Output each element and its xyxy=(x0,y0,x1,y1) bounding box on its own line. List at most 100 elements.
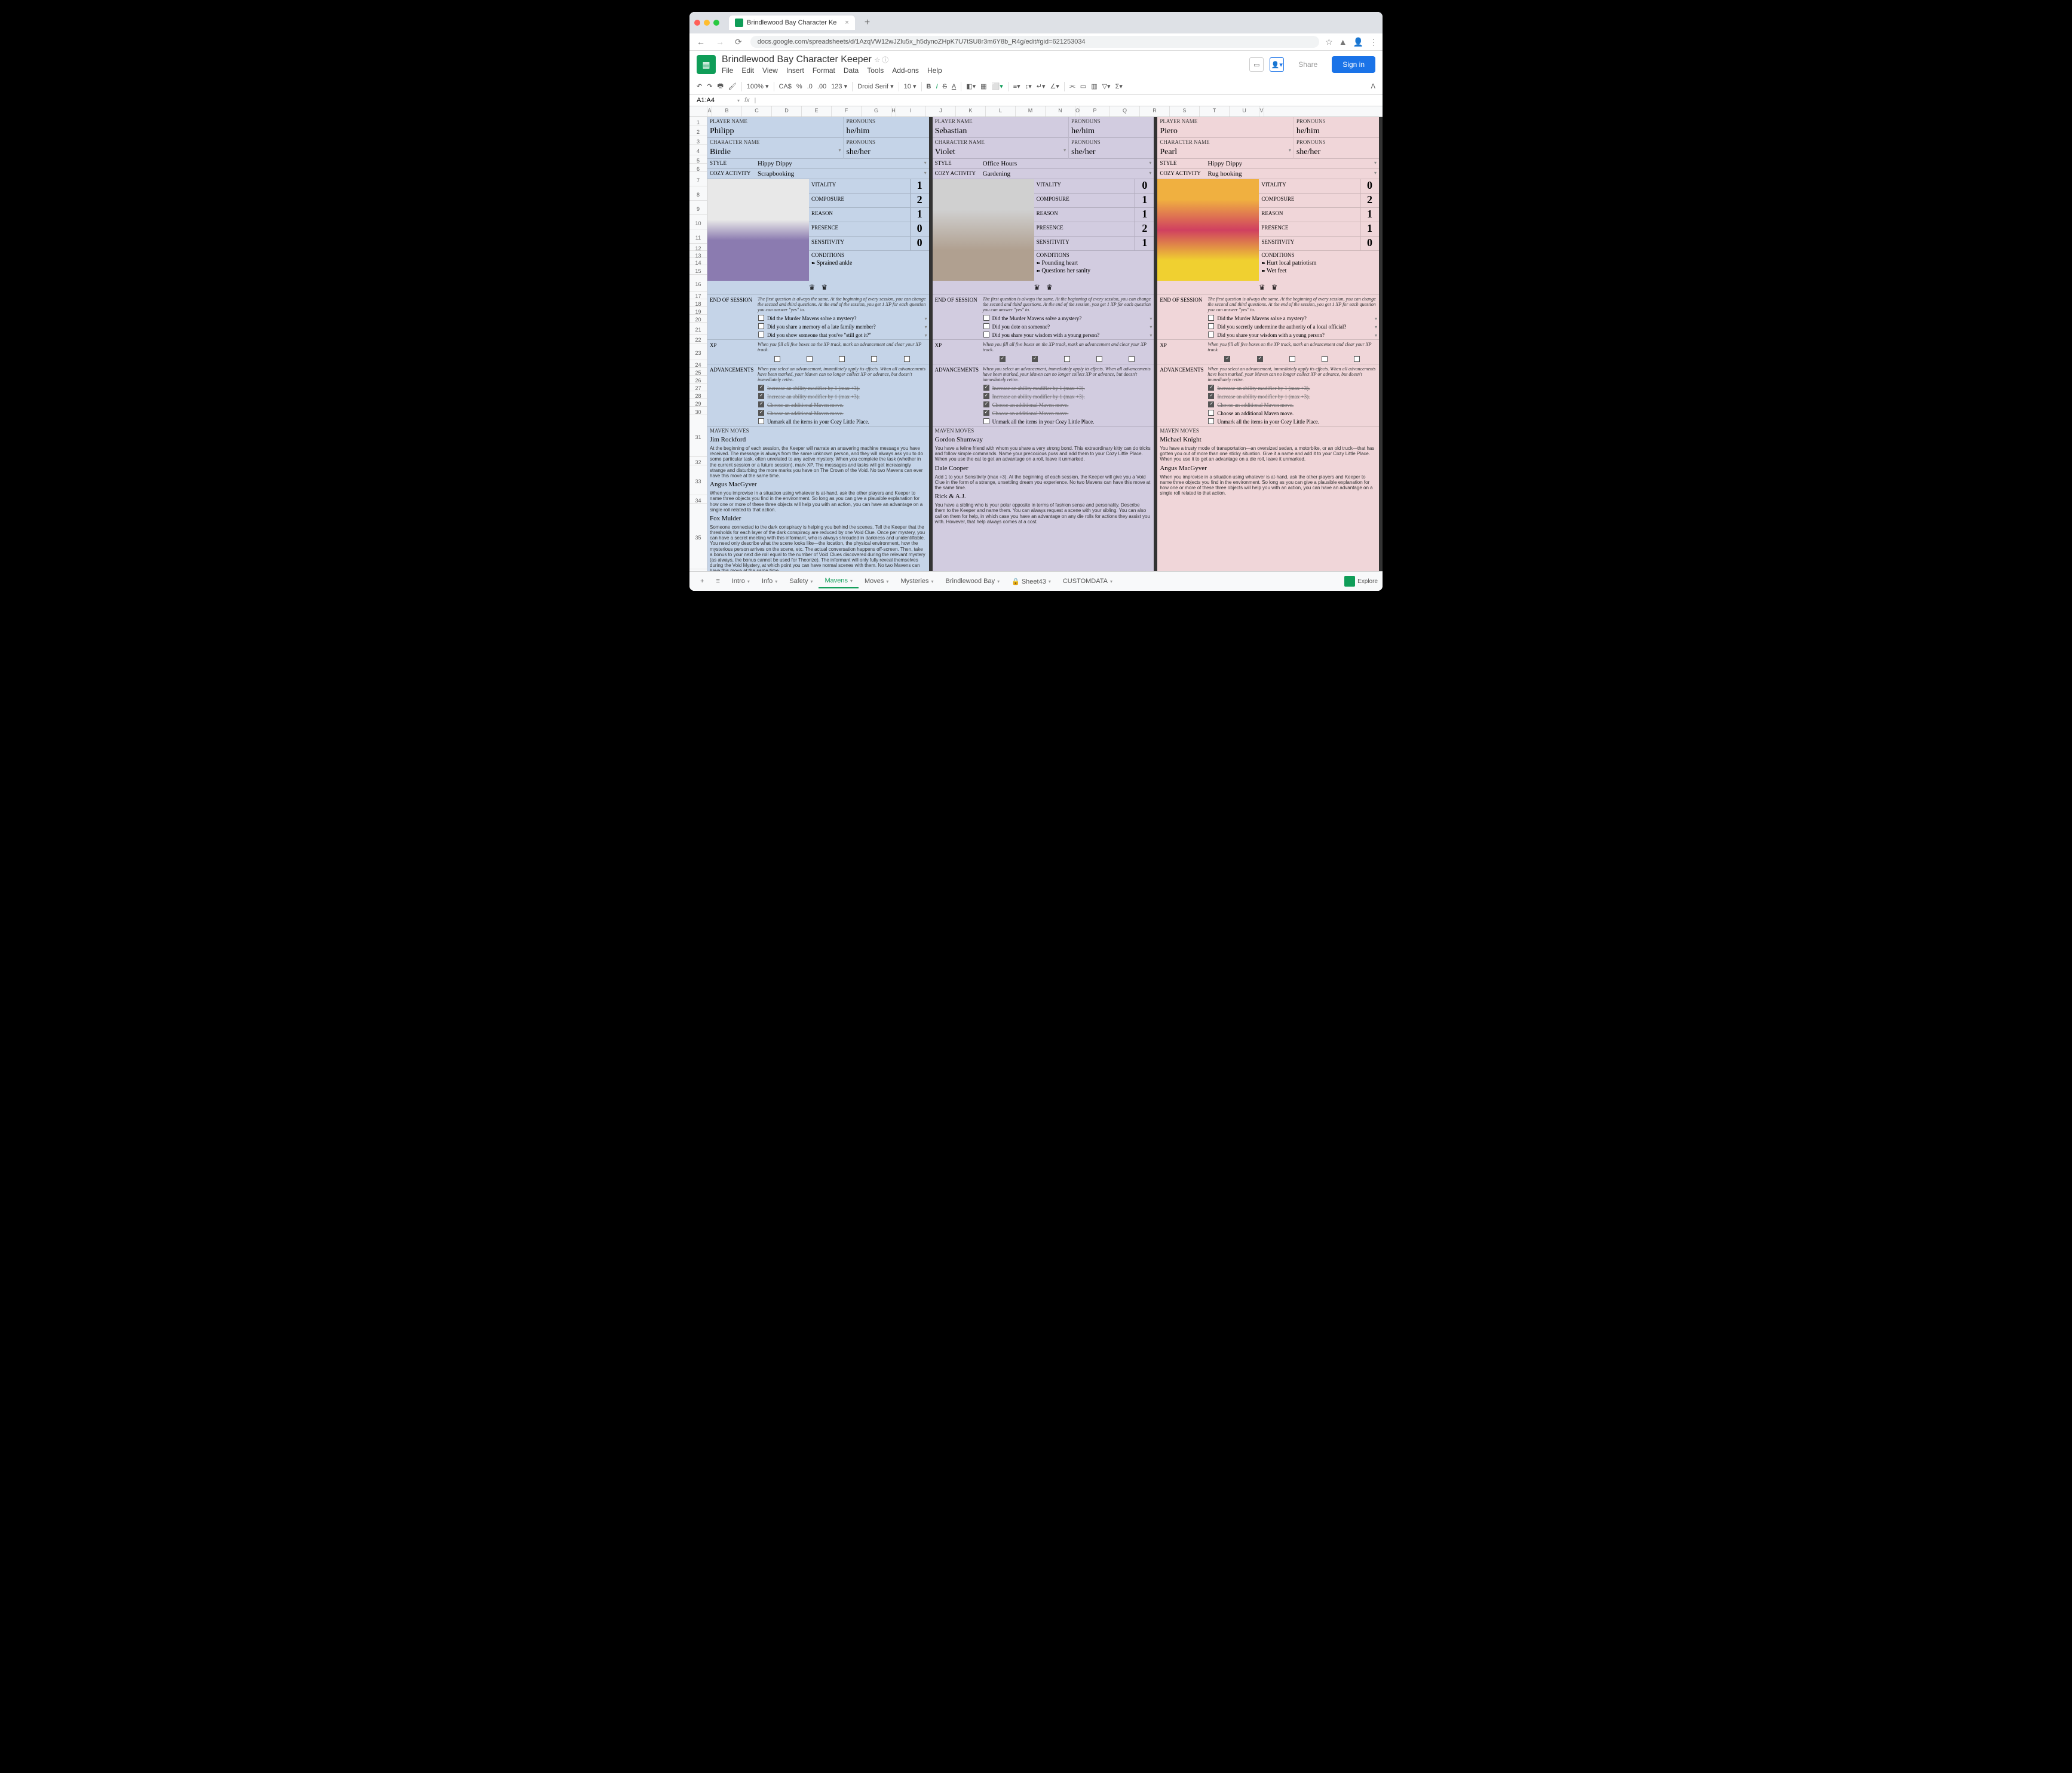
stat-composure[interactable]: 1 xyxy=(1135,194,1154,207)
col-header[interactable]: E xyxy=(802,106,832,116)
xp-checkbox[interactable] xyxy=(1064,356,1070,362)
adv-option[interactable]: Choose an additional Maven move. xyxy=(992,402,1069,408)
player-name[interactable]: Sebastian xyxy=(933,125,1068,138)
col-header[interactable]: U xyxy=(1230,106,1259,116)
new-tab-button[interactable]: + xyxy=(865,17,870,28)
adv-option[interactable]: Increase an ability modifier by 1 (max +… xyxy=(767,394,860,400)
menu-view[interactable]: View xyxy=(762,66,778,75)
row-header[interactable]: 11 xyxy=(689,229,707,244)
col-header[interactable]: Q xyxy=(1110,106,1140,116)
stat-sensitivity[interactable]: 0 xyxy=(910,237,929,250)
xp-checkbox[interactable] xyxy=(1224,356,1230,362)
row-header[interactable]: 29 xyxy=(689,399,707,407)
sheet-tab[interactable]: Mavens ▾ xyxy=(819,574,859,588)
sheet-tab[interactable]: Brindlewood Bay ▾ xyxy=(940,574,1006,588)
crown-track[interactable]: ♛ ♛ xyxy=(707,281,929,294)
bold-button[interactable]: B xyxy=(927,83,931,90)
col-header[interactable]: H xyxy=(891,106,896,116)
adv-checkbox[interactable] xyxy=(983,418,989,424)
sheet-tab[interactable]: 🔒 Sheet43 ▾ xyxy=(1006,574,1057,588)
valign-button[interactable]: ↕▾ xyxy=(1025,82,1032,90)
row-header[interactable]: 16 xyxy=(689,275,707,292)
col-header[interactable]: P xyxy=(1080,106,1110,116)
eos-question[interactable]: Did the Murder Mavens solve a mystery? xyxy=(767,315,923,321)
adv-checkbox[interactable] xyxy=(758,401,764,407)
adv-option[interactable]: Increase an ability modifier by 1 (max +… xyxy=(1217,385,1310,391)
browser-tab[interactable]: Brindlewood Bay Character Ke × xyxy=(729,16,855,30)
adv-option[interactable]: Choose an additional Maven move. xyxy=(767,410,844,416)
menu-data[interactable]: Data xyxy=(844,66,859,75)
redo-button[interactable]: ↷ xyxy=(707,82,712,90)
stat-sensitivity[interactable]: 1 xyxy=(1135,237,1154,250)
xp-checkbox[interactable] xyxy=(1032,356,1038,362)
xp-checkbox[interactable] xyxy=(1322,356,1328,362)
player-pronouns[interactable]: he/him xyxy=(844,125,928,138)
sheet-tab[interactable]: CUSTOMDATA ▾ xyxy=(1057,574,1118,588)
merge-button[interactable]: ⬜▾ xyxy=(992,82,1003,90)
sheet-tab[interactable]: Mysteries ▾ xyxy=(894,574,939,588)
menu-tools[interactable]: Tools xyxy=(867,66,884,75)
row-header[interactable]: 4 xyxy=(689,145,707,155)
explore-button[interactable]: Explore xyxy=(1344,576,1378,587)
condition[interactable]: Wet feet xyxy=(1259,267,1379,275)
xp-checkbox[interactable] xyxy=(1129,356,1135,362)
comments-button[interactable]: ▭ xyxy=(1249,57,1264,72)
eos-question[interactable]: Did you share your wisdom with a young p… xyxy=(992,332,1148,338)
col-header[interactable]: A xyxy=(707,106,712,116)
sheets-app-icon[interactable]: ▦ xyxy=(697,55,716,74)
row-header[interactable]: 10 xyxy=(689,215,707,229)
document-title[interactable]: Brindlewood Bay Character Keeper ☆ ⓘ xyxy=(722,54,1249,65)
xp-checkbox[interactable] xyxy=(839,356,845,362)
row-header[interactable]: 1 xyxy=(689,117,707,125)
maven-move-name[interactable]: Rick & A.J. xyxy=(933,492,1154,501)
filter-button[interactable]: ▽▾ xyxy=(1102,82,1111,90)
player-name[interactable]: Piero xyxy=(1157,125,1293,138)
style-select[interactable]: Office Hours xyxy=(980,159,1147,168)
adv-option[interactable]: Increase an ability modifier by 1 (max +… xyxy=(992,394,1085,400)
row-header[interactable]: 33 xyxy=(689,465,707,495)
menu-format[interactable]: Format xyxy=(813,66,835,75)
maven-move-name[interactable]: Michael Knight xyxy=(1157,435,1379,444)
player-pronouns[interactable]: he/him xyxy=(1294,125,1379,138)
stat-vitality[interactable]: 0 xyxy=(1135,179,1154,193)
character-name[interactable]: Violet ▾ xyxy=(933,146,1068,159)
comment-button[interactable]: ▭ xyxy=(1080,82,1086,90)
fontsize-select[interactable]: 10 ▾ xyxy=(904,82,917,90)
eos-checkbox[interactable] xyxy=(758,315,764,321)
col-header[interactable]: V xyxy=(1259,106,1264,116)
close-window-icon[interactable] xyxy=(694,20,700,26)
present-button[interactable]: 👤▾ xyxy=(1270,57,1284,72)
eos-checkbox[interactable] xyxy=(1208,332,1214,338)
row-header[interactable]: 32 xyxy=(689,457,707,465)
row-header[interactable]: 2 xyxy=(689,125,707,136)
profile-icon[interactable]: 👤 xyxy=(1353,37,1363,47)
font-select[interactable]: Droid Serif ▾ xyxy=(857,82,894,90)
character-name[interactable]: Birdie ▾ xyxy=(707,146,843,159)
adv-option[interactable]: Unmark all the items in your Cozy Little… xyxy=(1217,419,1319,425)
character-pronouns[interactable]: she/her xyxy=(844,146,928,159)
eos-question[interactable]: Did you share a memory of a late family … xyxy=(767,324,923,330)
condition[interactable]: Pounding heart xyxy=(1034,259,1154,267)
col-header[interactable]: I xyxy=(896,106,926,116)
adv-checkbox[interactable] xyxy=(1208,410,1214,416)
decrease-decimal-button[interactable]: .0 xyxy=(807,83,813,90)
paint-format-button[interactable]: 🖌 xyxy=(728,82,737,90)
sheet-tab[interactable]: Intro ▾ xyxy=(726,574,756,588)
row-header[interactable]: 8 xyxy=(689,186,707,201)
eos-checkbox[interactable] xyxy=(983,323,989,329)
eos-question[interactable]: Did you dote on someone? xyxy=(992,324,1148,330)
xp-checkbox[interactable] xyxy=(904,356,910,362)
textcolor-button[interactable]: A xyxy=(952,83,956,90)
eos-checkbox[interactable] xyxy=(758,332,764,338)
stat-presence[interactable]: 0 xyxy=(910,222,929,236)
eos-checkbox[interactable] xyxy=(758,323,764,329)
row-header[interactable]: 7 xyxy=(689,172,707,186)
chart-button[interactable]: ▥ xyxy=(1091,82,1097,90)
menu-edit[interactable]: Edit xyxy=(741,66,754,75)
wrap-button[interactable]: ↵▾ xyxy=(1037,82,1046,90)
xp-checkbox[interactable] xyxy=(1096,356,1102,362)
condition[interactable]: Hurt local patriotism xyxy=(1259,259,1379,267)
style-select[interactable]: Hippy Dippy xyxy=(1205,159,1372,168)
row-header[interactable]: 12 xyxy=(689,244,707,251)
eos-checkbox[interactable] xyxy=(1208,315,1214,321)
